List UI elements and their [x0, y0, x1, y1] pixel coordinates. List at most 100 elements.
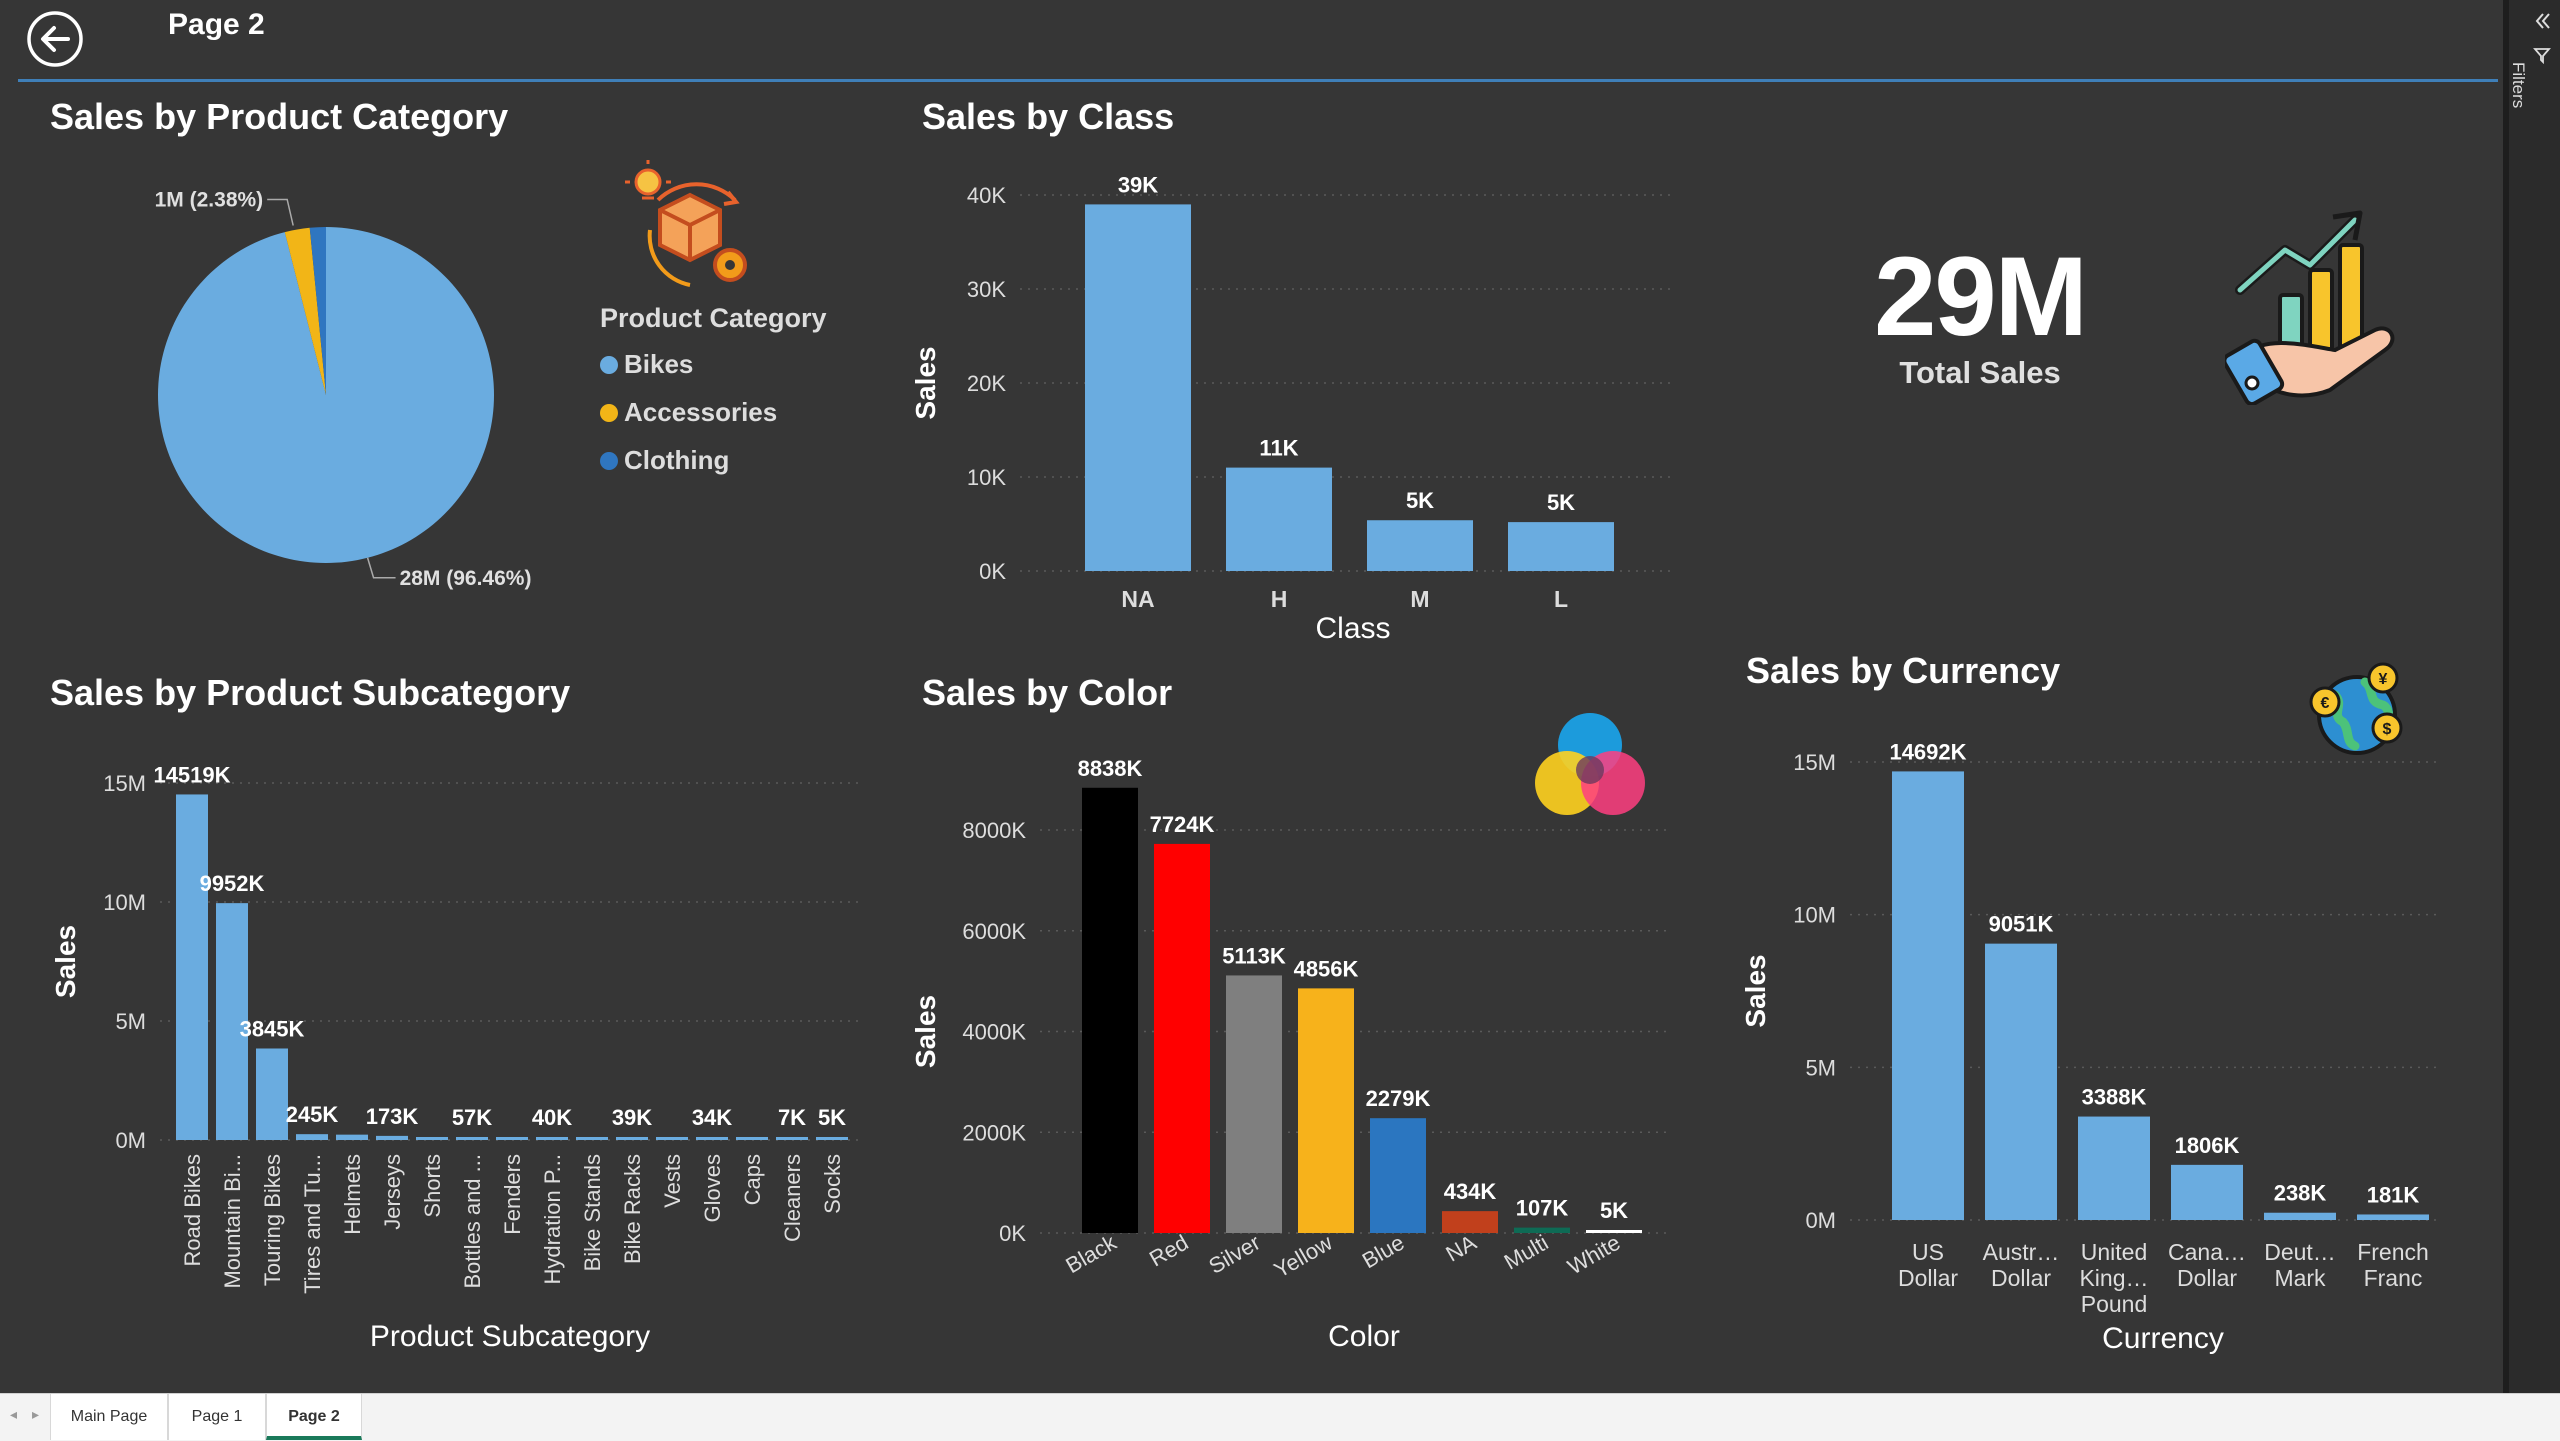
x-tick-label: Bike Stands: [580, 1154, 605, 1271]
data-label: 5K: [1600, 1198, 1628, 1223]
collapse-chevrons-icon[interactable]: [2531, 10, 2553, 32]
pie-leader-line: [366, 557, 396, 579]
color-chart-title: Sales by Color: [922, 672, 1173, 713]
bar-14: [736, 1137, 768, 1140]
bar-9: [536, 1137, 568, 1140]
x-tick-label: M: [1410, 586, 1429, 612]
bar-7: [456, 1137, 488, 1140]
y-tick-label: 6000K: [962, 919, 1026, 944]
y-axis-title: Sales: [1740, 954, 1771, 1027]
x-tick-label: Silver: [1204, 1230, 1264, 1279]
tab-scroll-right-icon[interactable]: ▸: [32, 1406, 39, 1423]
bar-3: [1508, 522, 1614, 571]
tab-scroll-left-icon[interactable]: ◂: [10, 1406, 17, 1423]
bar-2: [2078, 1116, 2150, 1220]
bar-10: [576, 1137, 608, 1140]
category-pie-chart: 1M (2.38%) 28M (96.46%): [155, 188, 532, 590]
legend-marker: [600, 404, 618, 422]
x-tick-label: Black: [1061, 1229, 1121, 1278]
x-tick-label: Dollar: [2177, 1265, 2237, 1291]
data-label: 9952K: [200, 871, 265, 896]
tab-page-2[interactable]: Page 2: [266, 1394, 362, 1440]
data-label: 9051K: [1989, 912, 2054, 937]
x-tick-label: Gloves: [700, 1154, 725, 1222]
y-axis-title: Sales: [50, 925, 81, 998]
data-label: 1806K: [2175, 1133, 2240, 1158]
y-tick-label: 10K: [967, 465, 1006, 490]
y-tick-label: 30K: [967, 277, 1006, 302]
y-tick-label: 0K: [999, 1221, 1026, 1246]
y-tick-label: 10M: [103, 890, 146, 915]
data-label: 8838K: [1078, 756, 1143, 781]
x-tick-label: L: [1554, 586, 1568, 612]
back-arrow-icon[interactable]: [26, 10, 84, 68]
bar-4: [1370, 1118, 1426, 1233]
x-tick-label: Road Bikes: [180, 1154, 205, 1267]
bar-2: [1367, 520, 1473, 571]
data-label: 40K: [532, 1105, 572, 1130]
sales-growth-hand-icon: [2225, 210, 2395, 405]
x-tick-label: Yellow: [1270, 1230, 1337, 1283]
data-label: 173K: [366, 1104, 419, 1129]
tab-main-page[interactable]: Main Page: [50, 1394, 168, 1440]
bar-6: [1514, 1227, 1570, 1233]
y-axis-title: Sales: [910, 346, 941, 419]
bar-5: [376, 1135, 408, 1140]
x-tick-label: NA: [1121, 586, 1154, 612]
global-currency-icon: € ¥ $: [2309, 662, 2403, 755]
x-tick-label: NA: [1442, 1230, 1481, 1267]
filters-pane[interactable]: [2503, 0, 2560, 1393]
data-label: 14692K: [1889, 739, 1966, 764]
y-tick-label: 15M: [103, 771, 146, 796]
filter-funnel-icon: [2533, 48, 2551, 64]
total-sales-label: Total Sales: [1899, 355, 2061, 390]
y-tick-label: 5M: [1805, 1055, 1836, 1080]
x-axis-title: Product Subcategory: [370, 1320, 650, 1353]
x-tick-label: Bottles and ...: [460, 1154, 485, 1289]
data-label: 107K: [1516, 1196, 1569, 1221]
x-axis-title: Currency: [2102, 1322, 2224, 1355]
x-tick-label: Cleaners: [780, 1154, 805, 1242]
bar-3: [2171, 1164, 2243, 1220]
page-tab-bar: ◂ ▸ Main Page Page 1 Page 2: [0, 1393, 2560, 1441]
pie-data-label: 28M (96.46%): [400, 567, 532, 590]
bar-2: [256, 1048, 288, 1140]
legend-item-clothing[interactable]: Clothing: [600, 436, 827, 484]
y-tick-label: 0K: [979, 559, 1006, 584]
legend-item-accessories[interactable]: Accessories: [600, 388, 827, 436]
bar-8: [496, 1137, 528, 1140]
legend-marker: [600, 356, 618, 374]
total-sales-value: 29M: [1874, 234, 2088, 359]
bar-7: [1586, 1230, 1642, 1233]
bar-2: [1226, 975, 1282, 1233]
bar-0: [1082, 787, 1138, 1233]
x-tick-label: Dollar: [1898, 1265, 1958, 1291]
bar-6: [416, 1137, 448, 1140]
x-tick-label: Jerseys: [380, 1154, 405, 1230]
currency-bar-chart: 0M5M10M15MSalesCurrency14692KUSDollar905…: [1740, 739, 2440, 1355]
data-label: 434K: [1444, 1179, 1497, 1204]
data-label: 39K: [612, 1105, 652, 1130]
bar-12: [656, 1137, 688, 1140]
data-label: 34K: [692, 1105, 732, 1130]
x-tick-label: Franc: [2364, 1265, 2423, 1291]
y-tick-label: 2000K: [962, 1120, 1026, 1145]
data-label: 2279K: [1366, 1086, 1431, 1111]
legend-item-bikes[interactable]: Bikes: [600, 340, 827, 388]
x-tick-label: Touring Bikes: [260, 1154, 285, 1286]
data-label: 3388K: [2082, 1085, 2147, 1110]
currency-chart-title: Sales by Currency: [1746, 650, 2061, 691]
x-tick-label: Pound: [2081, 1291, 2148, 1317]
bar-15: [776, 1137, 808, 1140]
x-tick-label: Multi: [1500, 1230, 1553, 1275]
legend-label: Bikes: [624, 349, 694, 379]
x-tick-label: Mountain Bi...: [220, 1154, 245, 1289]
y-tick-label: 0M: [115, 1128, 146, 1153]
x-tick-label: Shorts: [420, 1154, 445, 1218]
tab-page-1[interactable]: Page 1: [168, 1394, 266, 1440]
filters-label[interactable]: Filters: [2508, 62, 2528, 108]
y-tick-label: 20K: [967, 371, 1006, 396]
x-tick-label: King…: [2079, 1265, 2148, 1291]
y-tick-label: 5M: [115, 1009, 146, 1034]
data-label: 238K: [2274, 1181, 2327, 1206]
